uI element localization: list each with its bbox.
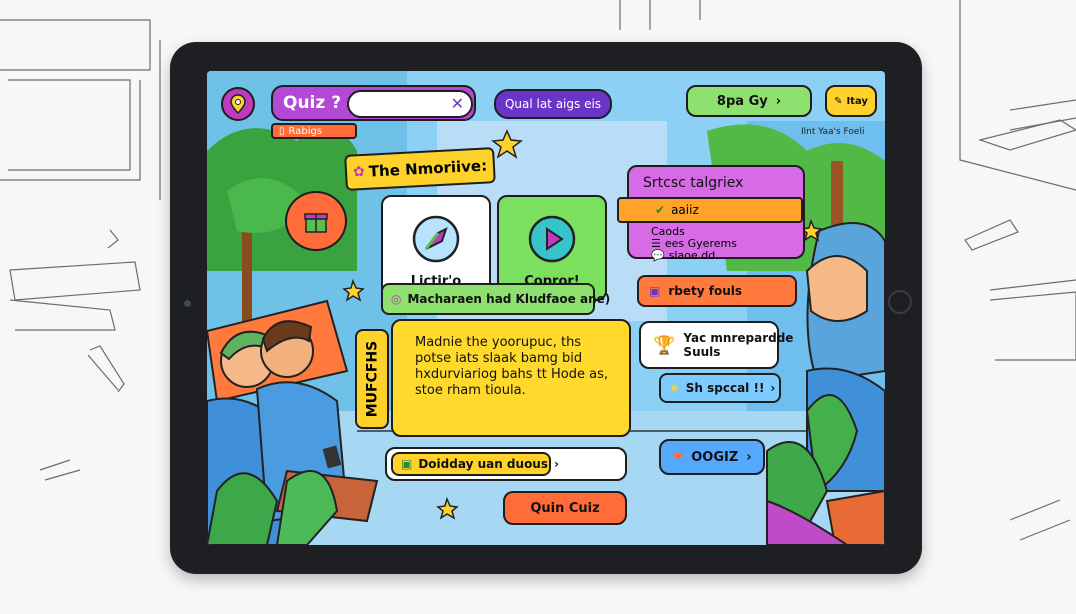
oogiz-label: OOGIZ [691,449,739,465]
passage-line: Madnie the yoorupuc, ths [415,335,582,350]
tablet-device: Quiz ? ✕ ▯ Rabigs Qual lat aigs eis 8pa … [170,42,922,574]
location-pin-button[interactable] [221,87,255,121]
tip-text: Yac mnrepardde Suuls [683,331,793,359]
chevron-right-icon: › [554,457,559,471]
tag-badge[interactable]: ▯ Rabigs [271,123,357,139]
tip-line: Suuls [683,345,721,359]
tag-label: Rabigs [288,125,323,137]
oogiz-button[interactable]: ❤ OOGIZ › [659,439,765,475]
daily-progress-bar[interactable]: ▣ Doidday uan duous › [385,447,627,481]
star-icon: ★ [669,381,680,395]
flower-icon: ✿ [352,163,366,181]
side-tag-label: MUFCFHS [364,340,381,418]
chat-icon: 💬 [651,249,665,262]
match-bar[interactable]: ◎ Macharaen had Kludfaoe ane) [381,283,610,315]
location-pin-icon [230,94,246,114]
side-tag: MUFCFHS [355,329,389,429]
clear-icon[interactable]: ✕ [451,94,464,113]
strategy-title: Srtcsc talgriex [643,175,744,191]
corner-note: Ilnt Yaa's Foeli [801,127,865,137]
bookmark-icon: ▯ [279,125,285,137]
quiz-screen: Quiz ? ✕ ▯ Rabigs Qual lat aigs eis 8pa … [207,71,885,545]
heart-icon: ❤ [672,449,684,465]
chevron-right-icon: › [775,93,782,109]
target-icon: ◎ [391,292,402,306]
camera-dot [184,300,191,307]
special-button[interactable]: ★ Sh spccal !! › [659,373,781,403]
quit-quiz-button[interactable]: Quin Cuiz [503,491,627,525]
gift-bubble[interactable] [285,191,347,251]
daily-label: Doidday uan duous [418,457,548,471]
body-button[interactable]: ▣ rbety fouls [637,275,797,307]
category-chip[interactable]: Qual lat aigs eis [494,89,612,119]
spa-label: 8pa Gy [716,93,768,109]
check-icon: ✔ [655,203,666,217]
box-icon: ▣ [649,284,661,298]
highlight-label: aaiiz [671,203,699,217]
heading-title: The Nmoriive: [368,156,488,181]
chevron-right-icon: › [746,449,752,465]
gift-icon [304,213,328,233]
trophy-icon: 🏆 [653,334,676,356]
quiz-title: Quiz ? [283,93,342,113]
body-label: rbety fouls [668,284,742,298]
strategy-highlight[interactable]: ✔ aaiiz [617,197,803,223]
pencil-button[interactable]: ✎ Itay [825,85,877,117]
strategy-panel: Srtcsc talgriex ✔ aaiiz Caods ☰ ees Gyer… [617,165,805,262]
passage-line: potse iats slaak bamg bid [415,351,583,366]
pencil-label: Itay [846,95,868,107]
tip-card[interactable]: 🏆 Yac mnrepardde Suuls [639,321,793,369]
pencil-icon: ✎ [834,95,843,107]
daily-progress-fill: ▣ Doidday uan duous › [391,452,559,476]
passage-line: stoe rham tioula. [415,383,526,398]
home-button[interactable] [888,290,912,314]
chevron-right-icon: › [770,381,776,395]
tip-line: Yac mnrepardde [683,331,794,345]
passage-line: hxdurviariog bahs tt Hode as, [415,367,609,382]
compass-icon [412,215,460,263]
passage-card: Madnie the yoorupuc, ths potse iats slaa… [391,319,631,437]
play-icon [528,215,576,263]
lock-icon: ▣ [401,457,413,471]
quiz-search-box: Quiz ? ✕ [271,85,476,121]
strategy-line: 💬 slaoe dd. [651,249,719,262]
match-label: Macharaen had Kludfaoe ane) [407,292,611,306]
spa-button[interactable]: 8pa Gy › [686,85,812,117]
special-label: Sh spccal !! [685,381,765,395]
